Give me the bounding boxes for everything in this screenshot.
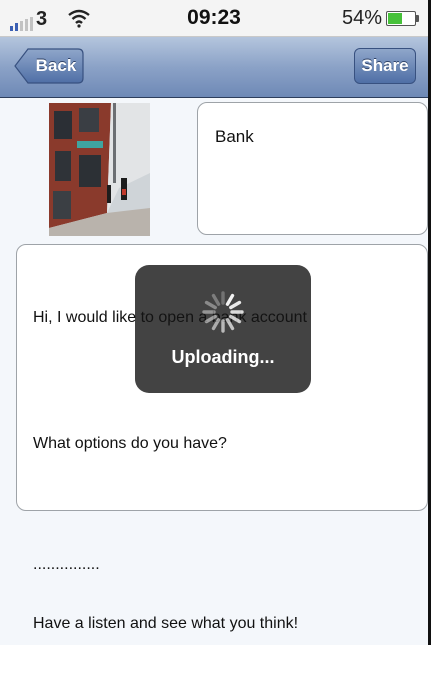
status-bar: 3 09:23 54% xyxy=(0,0,428,37)
uploading-label: Uploading... xyxy=(171,347,275,367)
navigation-bar: Back Share xyxy=(0,37,428,98)
back-button[interactable]: Back xyxy=(14,48,84,84)
back-button-label: Back xyxy=(35,56,77,75)
note-photo[interactable] xyxy=(49,103,150,236)
note-line: ............... xyxy=(33,556,100,573)
note-line xyxy=(33,496,307,517)
note-title-field[interactable]: Bank xyxy=(197,102,428,235)
spinner-spoke xyxy=(225,293,235,306)
spinner-spoke xyxy=(225,318,235,331)
battery-icon xyxy=(386,11,419,26)
spinner-spoke xyxy=(229,314,242,324)
spinner-spoke xyxy=(229,300,242,310)
spinner-spoke xyxy=(211,293,221,306)
activity-spinner-icon xyxy=(202,291,244,333)
spinner-spoke xyxy=(204,314,217,324)
uploading-hud: Uploading... xyxy=(135,265,311,393)
note-title-text: Bank xyxy=(215,127,254,146)
battery-level: 54% xyxy=(341,7,382,29)
spinner-spoke xyxy=(211,318,221,331)
street-photo-image xyxy=(49,103,150,236)
spinner-spoke xyxy=(204,300,217,310)
share-button[interactable]: Share xyxy=(354,48,416,84)
note-line: What options do you have? xyxy=(33,435,227,452)
screen: 3 09:23 54% Back Share Bank Hi, I would … xyxy=(0,0,431,645)
battery-indicator: 54% xyxy=(341,7,419,30)
battery-fill xyxy=(388,13,402,24)
note-line: Have a listen and see what you think! xyxy=(33,615,299,632)
